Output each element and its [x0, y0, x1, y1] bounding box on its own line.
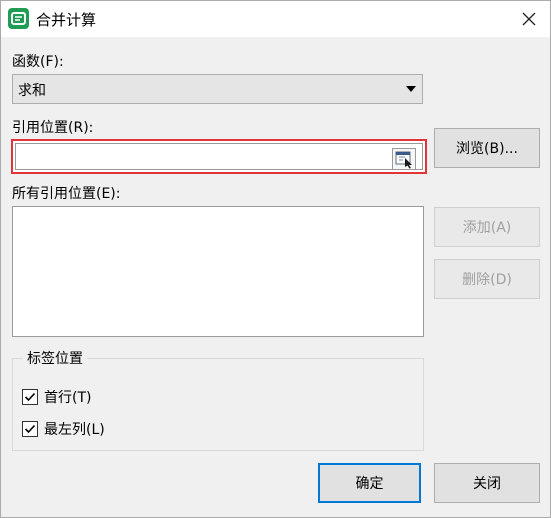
- function-label: 函数(F):: [12, 54, 64, 70]
- app-icon: [8, 8, 29, 29]
- checkmark-icon: [24, 424, 36, 434]
- close-button[interactable]: 关闭: [434, 463, 540, 503]
- left-column-checkbox-row[interactable]: 最左列(L): [22, 419, 105, 439]
- ok-button[interactable]: 确定: [318, 463, 421, 503]
- window-title: 合并计算: [36, 11, 97, 29]
- range-select-icon: [395, 151, 412, 169]
- function-select[interactable]: 求和: [12, 74, 423, 104]
- title-bar: 合并计算: [1, 1, 550, 37]
- left-column-label: 最左列(L): [44, 422, 105, 438]
- label-position-group: 标签位置 首行(T) 最左列(L): [12, 348, 424, 451]
- collapse-dialog-button[interactable]: [392, 148, 416, 170]
- all-references-list[interactable]: [12, 206, 424, 337]
- function-selected-value: 求和: [18, 83, 46, 99]
- checkmark-icon: [24, 392, 36, 402]
- close-icon: [522, 12, 536, 26]
- delete-button[interactable]: 删除(D): [434, 259, 540, 299]
- first-row-label: 首行(T): [44, 390, 92, 406]
- dropdown-arrow-icon: [406, 86, 416, 92]
- first-row-checkbox[interactable]: [22, 389, 38, 405]
- reference-input-highlight: [11, 139, 427, 174]
- all-references-label: 所有引用位置(E):: [12, 186, 121, 202]
- first-row-checkbox-row[interactable]: 首行(T): [22, 387, 91, 407]
- browse-button[interactable]: 浏览(B)...: [434, 128, 540, 168]
- left-column-checkbox[interactable]: [22, 421, 38, 437]
- reference-label: 引用位置(R):: [12, 120, 94, 136]
- close-window-button[interactable]: [514, 5, 544, 33]
- add-button[interactable]: 添加(A): [434, 207, 540, 247]
- consolidate-dialog: 合并计算 函数(F): 求和 引用位置(R): 浏览(B)... 所有引用位置(…: [0, 0, 551, 518]
- label-position-title: 标签位置: [23, 348, 87, 368]
- reference-input[interactable]: [15, 143, 423, 170]
